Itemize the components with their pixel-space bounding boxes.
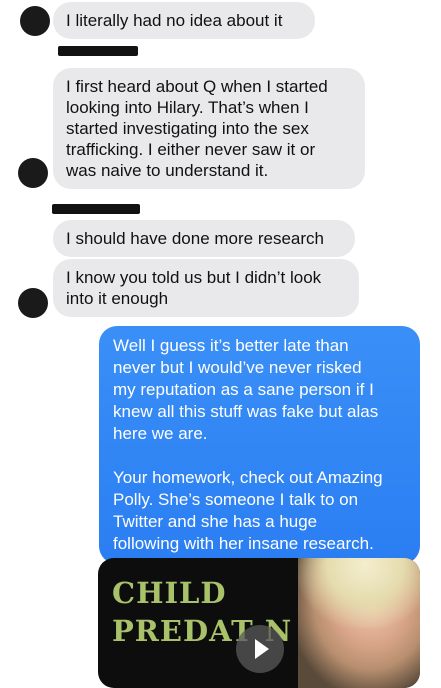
redacted-name xyxy=(52,204,140,214)
contact-avatar[interactable] xyxy=(18,288,48,318)
incoming-message[interactable]: I should have done more research xyxy=(53,220,355,257)
outgoing-message[interactable]: Well I guess it’s better late than never… xyxy=(99,326,420,564)
redacted-name xyxy=(58,46,138,56)
play-icon[interactable] xyxy=(236,625,284,673)
incoming-message[interactable]: I know you told us but I didn’t look int… xyxy=(53,259,359,317)
incoming-message[interactable]: I literally had no idea about it xyxy=(53,2,315,39)
contact-avatar[interactable] xyxy=(20,6,50,36)
incoming-message[interactable]: I first heard about Q when I started loo… xyxy=(53,68,365,189)
contact-avatar[interactable] xyxy=(18,158,48,188)
video-thumbnail-hair xyxy=(298,558,420,628)
